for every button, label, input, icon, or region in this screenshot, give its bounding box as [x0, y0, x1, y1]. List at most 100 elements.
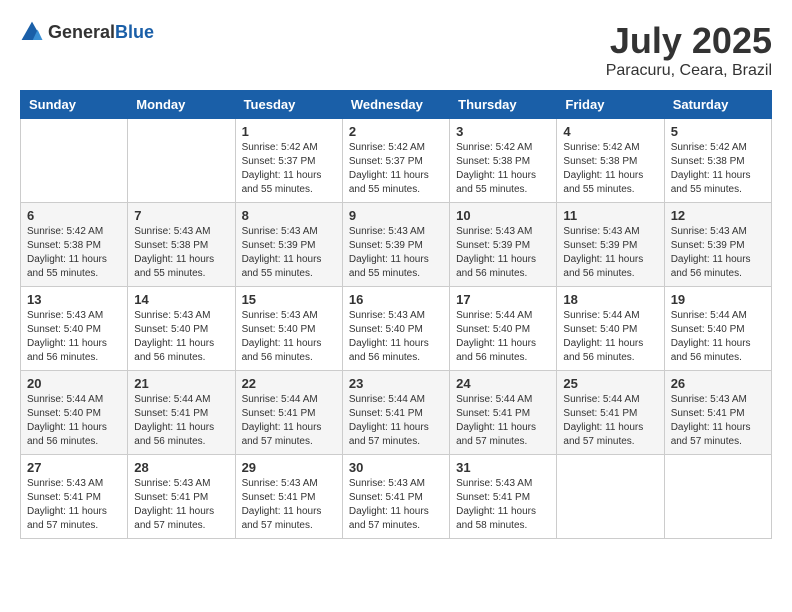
calendar-cell: 22 Sunrise: 5:44 AM Sunset: 5:41 PM Dayli…: [235, 371, 342, 455]
weekday-header-wednesday: Wednesday: [342, 91, 449, 119]
day-info: Sunrise: 5:43 AM Sunset: 5:41 PM Dayligh…: [242, 477, 336, 533]
week-row-2: 13 Sunrise: 5:43 AM Sunset: 5:40 PM Dayli…: [21, 287, 772, 371]
calendar-cell: 29 Sunrise: 5:43 AM Sunset: 5:41 PM Dayli…: [235, 455, 342, 539]
calendar-cell: 7 Sunrise: 5:43 AM Sunset: 5:38 PM Daylig…: [128, 203, 235, 287]
day-info: Sunrise: 5:43 AM Sunset: 5:40 PM Dayligh…: [134, 309, 228, 365]
day-number: 31: [456, 460, 550, 475]
logo-text: GeneralBlue: [48, 22, 154, 43]
calendar-cell: [557, 455, 664, 539]
day-info: Sunrise: 5:44 AM Sunset: 5:40 PM Dayligh…: [563, 309, 657, 365]
calendar-cell: 21 Sunrise: 5:44 AM Sunset: 5:41 PM Dayli…: [128, 371, 235, 455]
title-section: July 2025 Paracuru, Ceara, Brazil: [606, 20, 772, 80]
day-number: 28: [134, 460, 228, 475]
page-header: GeneralBlue July 2025 Paracuru, Ceara, B…: [20, 20, 772, 80]
calendar-table: SundayMondayTuesdayWednesdayThursdayFrid…: [20, 90, 772, 539]
calendar-cell: 10Sunrise: 5:43 AM Sunset: 5:39 PM Dayli…: [450, 203, 557, 287]
day-number: 20: [27, 376, 121, 391]
day-number: 18: [563, 292, 657, 307]
calendar-cell: 31Sunrise: 5:43 AM Sunset: 5:41 PM Dayli…: [450, 455, 557, 539]
day-number: 4: [563, 124, 657, 139]
day-number: 13: [27, 292, 121, 307]
week-row-1: 6 Sunrise: 5:42 AM Sunset: 5:38 PM Daylig…: [21, 203, 772, 287]
day-number: 22: [242, 376, 336, 391]
calendar-cell: 5 Sunrise: 5:42 AM Sunset: 5:38 PM Daylig…: [664, 119, 771, 203]
calendar-cell: 26Sunrise: 5:43 AM Sunset: 5:41 PM Dayli…: [664, 371, 771, 455]
day-info: Sunrise: 5:44 AM Sunset: 5:41 PM Dayligh…: [456, 393, 550, 449]
day-number: 1: [242, 124, 336, 139]
day-number: 19: [671, 292, 765, 307]
calendar-cell: 18 Sunrise: 5:44 AM Sunset: 5:40 PM Dayli…: [557, 287, 664, 371]
day-number: 5: [671, 124, 765, 139]
day-info: Sunrise: 5:42 AM Sunset: 5:38 PM Dayligh…: [563, 141, 657, 197]
calendar-cell: 15 Sunrise: 5:43 AM Sunset: 5:40 PM Dayli…: [235, 287, 342, 371]
week-row-0: 1 Sunrise: 5:42 AM Sunset: 5:37 PM Daylig…: [21, 119, 772, 203]
day-info: Sunrise: 5:43 AM Sunset: 5:39 PM Dayligh…: [671, 225, 765, 281]
weekday-header-row: SundayMondayTuesdayWednesdayThursdayFrid…: [21, 91, 772, 119]
calendar-cell: 11 Sunrise: 5:43 AM Sunset: 5:39 PM Dayli…: [557, 203, 664, 287]
calendar-cell: 25Sunrise: 5:44 AM Sunset: 5:41 PM Dayli…: [557, 371, 664, 455]
weekday-header-saturday: Saturday: [664, 91, 771, 119]
calendar-cell: 17 Sunrise: 5:44 AM Sunset: 5:40 PM Dayli…: [450, 287, 557, 371]
day-info: Sunrise: 5:43 AM Sunset: 5:41 PM Dayligh…: [134, 477, 228, 533]
day-info: Sunrise: 5:43 AM Sunset: 5:40 PM Dayligh…: [242, 309, 336, 365]
day-number: 30: [349, 460, 443, 475]
day-number: 6: [27, 208, 121, 223]
calendar-cell: 28 Sunrise: 5:43 AM Sunset: 5:41 PM Dayli…: [128, 455, 235, 539]
week-row-4: 27 Sunrise: 5:43 AM Sunset: 5:41 PM Dayli…: [21, 455, 772, 539]
calendar-cell: 9Sunrise: 5:43 AM Sunset: 5:39 PM Daylig…: [342, 203, 449, 287]
location-title: Paracuru, Ceara, Brazil: [606, 62, 772, 80]
day-info: Sunrise: 5:42 AM Sunset: 5:37 PM Dayligh…: [242, 141, 336, 197]
day-number: 8: [242, 208, 336, 223]
day-info: Sunrise: 5:44 AM Sunset: 5:41 PM Dayligh…: [563, 393, 657, 449]
calendar-cell: 1 Sunrise: 5:42 AM Sunset: 5:37 PM Daylig…: [235, 119, 342, 203]
day-number: 26: [671, 376, 765, 391]
day-info: Sunrise: 5:42 AM Sunset: 5:38 PM Dayligh…: [671, 141, 765, 197]
day-number: 17: [456, 292, 550, 307]
day-info: Sunrise: 5:44 AM Sunset: 5:41 PM Dayligh…: [134, 393, 228, 449]
calendar-cell: 6 Sunrise: 5:42 AM Sunset: 5:38 PM Daylig…: [21, 203, 128, 287]
day-info: Sunrise: 5:44 AM Sunset: 5:40 PM Dayligh…: [456, 309, 550, 365]
calendar-cell: [21, 119, 128, 203]
day-number: 12: [671, 208, 765, 223]
day-info: Sunrise: 5:43 AM Sunset: 5:40 PM Dayligh…: [349, 309, 443, 365]
month-title: July 2025: [606, 20, 772, 62]
calendar-cell: 30 Sunrise: 5:43 AM Sunset: 5:41 PM Dayli…: [342, 455, 449, 539]
day-info: Sunrise: 5:43 AM Sunset: 5:40 PM Dayligh…: [27, 309, 121, 365]
day-number: 16: [349, 292, 443, 307]
day-info: Sunrise: 5:43 AM Sunset: 5:39 PM Dayligh…: [563, 225, 657, 281]
weekday-header-monday: Monday: [128, 91, 235, 119]
calendar-cell: 2Sunrise: 5:42 AM Sunset: 5:37 PM Daylig…: [342, 119, 449, 203]
weekday-header-sunday: Sunday: [21, 91, 128, 119]
day-number: 27: [27, 460, 121, 475]
day-info: Sunrise: 5:43 AM Sunset: 5:41 PM Dayligh…: [349, 477, 443, 533]
day-number: 15: [242, 292, 336, 307]
weekday-header-tuesday: Tuesday: [235, 91, 342, 119]
day-number: 11: [563, 208, 657, 223]
logo-icon: [20, 20, 44, 44]
calendar-cell: 8Sunrise: 5:43 AM Sunset: 5:39 PM Daylig…: [235, 203, 342, 287]
day-info: Sunrise: 5:43 AM Sunset: 5:39 PM Dayligh…: [456, 225, 550, 281]
day-number: 29: [242, 460, 336, 475]
logo-general: General: [48, 22, 115, 42]
day-info: Sunrise: 5:42 AM Sunset: 5:38 PM Dayligh…: [27, 225, 121, 281]
day-number: 21: [134, 376, 228, 391]
day-info: Sunrise: 5:44 AM Sunset: 5:41 PM Dayligh…: [349, 393, 443, 449]
week-row-3: 20 Sunrise: 5:44 AM Sunset: 5:40 PM Dayli…: [21, 371, 772, 455]
weekday-header-thursday: Thursday: [450, 91, 557, 119]
calendar-cell: 24 Sunrise: 5:44 AM Sunset: 5:41 PM Dayli…: [450, 371, 557, 455]
calendar-cell: 27 Sunrise: 5:43 AM Sunset: 5:41 PM Dayli…: [21, 455, 128, 539]
day-info: Sunrise: 5:43 AM Sunset: 5:41 PM Dayligh…: [27, 477, 121, 533]
logo: GeneralBlue: [20, 20, 154, 44]
weekday-header-friday: Friday: [557, 91, 664, 119]
day-info: Sunrise: 5:43 AM Sunset: 5:39 PM Dayligh…: [349, 225, 443, 281]
calendar-cell: 13 Sunrise: 5:43 AM Sunset: 5:40 PM Dayli…: [21, 287, 128, 371]
day-number: 24: [456, 376, 550, 391]
day-number: 14: [134, 292, 228, 307]
day-info: Sunrise: 5:44 AM Sunset: 5:40 PM Dayligh…: [27, 393, 121, 449]
day-number: 7: [134, 208, 228, 223]
day-info: Sunrise: 5:43 AM Sunset: 5:38 PM Dayligh…: [134, 225, 228, 281]
calendar-cell: [128, 119, 235, 203]
calendar-cell: 4 Sunrise: 5:42 AM Sunset: 5:38 PM Daylig…: [557, 119, 664, 203]
day-info: Sunrise: 5:44 AM Sunset: 5:41 PM Dayligh…: [242, 393, 336, 449]
day-info: Sunrise: 5:44 AM Sunset: 5:40 PM Dayligh…: [671, 309, 765, 365]
